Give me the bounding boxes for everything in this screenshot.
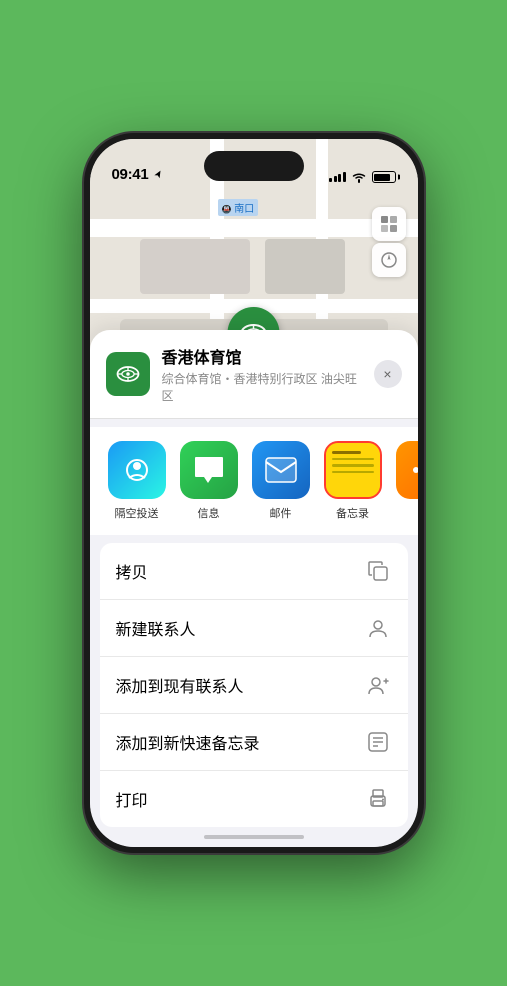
notes-icon	[324, 441, 382, 499]
bottom-sheet: 香港体育馆 综合体育馆・香港特别行政区 油尖旺区 × 隔空投	[90, 330, 418, 847]
map-style-icon	[380, 215, 398, 233]
action-add-notes[interactable]: 添加到新快速备忘录	[100, 714, 408, 771]
more-circles	[413, 467, 418, 473]
signal-bars	[329, 172, 346, 182]
status-time: 09:41	[112, 166, 149, 183]
compass-icon	[380, 251, 398, 269]
battery-fill	[374, 174, 390, 181]
action-print[interactable]: 打印	[100, 771, 408, 827]
notes-line-1	[332, 451, 361, 454]
add-notes-label: 添加到新快速备忘录	[116, 730, 260, 754]
signal-bar-2	[334, 176, 337, 182]
action-new-contact[interactable]: 新建联系人	[100, 600, 408, 657]
mail-label: 邮件	[270, 505, 292, 521]
share-item-messages[interactable]: 信息	[178, 441, 240, 521]
home-indicator	[204, 835, 304, 839]
venue-info: 香港体育馆 综合体育馆・香港特别行政区 油尖旺区	[162, 344, 362, 404]
messages-label: 信息	[198, 505, 220, 521]
contact-symbol	[367, 617, 389, 639]
add-contact-symbol	[367, 674, 389, 696]
share-item-more[interactable]: 推	[394, 441, 418, 521]
notes-line-4	[332, 471, 374, 474]
venue-subtitle: 综合体育馆・香港特别行政区 油尖旺区	[162, 370, 362, 404]
wifi-icon	[351, 171, 367, 183]
map-road-h1	[90, 219, 418, 237]
new-contact-label: 新建联系人	[116, 616, 196, 640]
copy-icon	[364, 557, 392, 585]
location-button[interactable]	[372, 243, 406, 277]
messages-symbol	[192, 454, 226, 486]
notes-line-3	[332, 464, 374, 467]
mail-icon	[252, 441, 310, 499]
notes-line-2	[332, 458, 374, 461]
notes-label: 备忘录	[336, 505, 369, 521]
copy-label: 拷贝	[116, 559, 148, 583]
venue-header: 香港体育馆 综合体育馆・香港特别行政区 油尖旺区 ×	[90, 330, 418, 419]
circle-1	[413, 467, 418, 473]
action-add-existing[interactable]: 添加到现有联系人	[100, 657, 408, 714]
action-list: 拷贝 新建联系人	[100, 543, 408, 827]
map-block1	[140, 239, 250, 294]
copy-symbol	[367, 560, 389, 582]
venue-icon	[106, 352, 150, 396]
notes-inner	[326, 443, 380, 497]
venue-stadium-icon	[114, 360, 142, 388]
add-notes-icon	[364, 728, 392, 756]
share-item-notes[interactable]: 备忘录	[322, 441, 384, 521]
share-item-airdrop[interactable]: 隔空投送	[106, 441, 168, 521]
map-label-nankou: 🚇 南口	[218, 199, 259, 216]
action-copy[interactable]: 拷贝	[100, 543, 408, 600]
print-symbol	[367, 788, 389, 810]
map-controls	[372, 207, 406, 277]
signal-bar-4	[343, 172, 346, 182]
battery-icon	[372, 171, 396, 183]
notes-add-symbol	[367, 731, 389, 753]
map-block2	[265, 239, 345, 294]
mail-symbol	[264, 456, 298, 484]
share-item-mail[interactable]: 邮件	[250, 441, 312, 521]
share-row: 隔空投送 信息	[90, 427, 418, 535]
signal-bar-3	[338, 174, 341, 182]
add-existing-icon	[364, 671, 392, 699]
dynamic-island	[204, 151, 304, 181]
new-contact-icon	[364, 614, 392, 642]
more-icon	[396, 441, 418, 499]
status-icons	[329, 171, 396, 183]
location-icon	[152, 169, 164, 181]
add-existing-label: 添加到现有联系人	[116, 673, 244, 697]
airdrop-symbol	[121, 454, 153, 486]
venue-name: 香港体育馆	[162, 344, 362, 368]
print-label: 打印	[116, 787, 148, 811]
messages-icon	[180, 441, 238, 499]
map-style-button[interactable]	[372, 207, 406, 241]
airdrop-icon	[108, 441, 166, 499]
airdrop-label: 隔空投送	[115, 505, 159, 521]
phone-screen: 09:41	[90, 139, 418, 847]
print-icon	[364, 785, 392, 813]
close-button[interactable]: ×	[374, 360, 402, 388]
signal-bar-1	[329, 178, 332, 182]
phone-frame: 09:41	[84, 133, 424, 853]
